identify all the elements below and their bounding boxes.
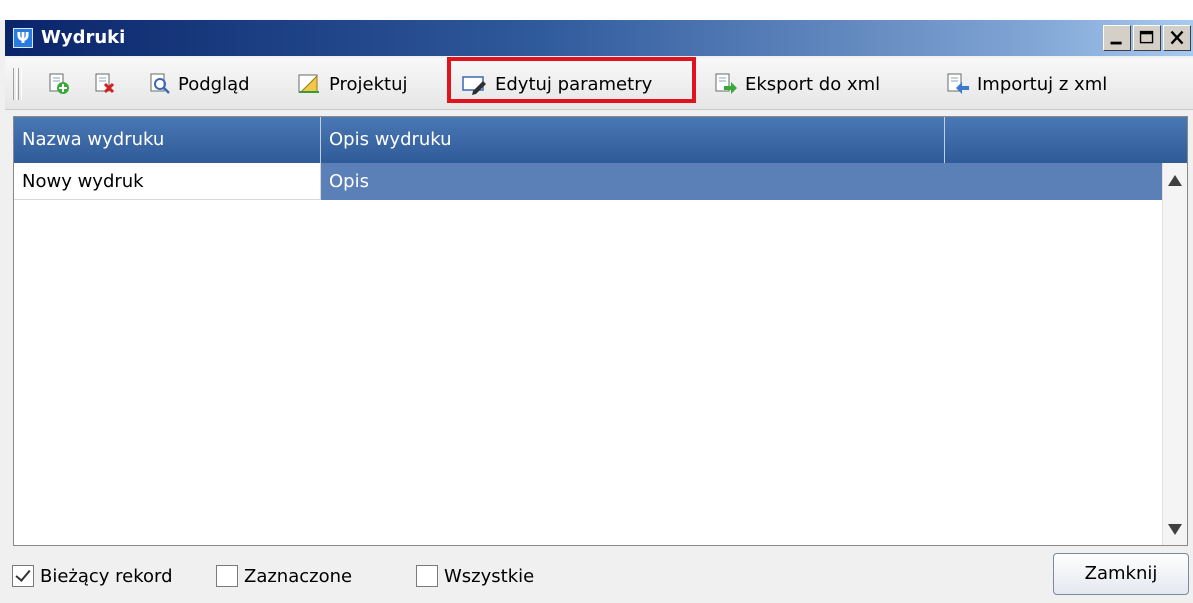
table-row[interactable]: Nowy wydruk Opis [14, 163, 1162, 200]
close-icon [1170, 30, 1184, 45]
cell-print-name[interactable]: Nowy wydruk [14, 163, 321, 200]
add-document-icon [49, 73, 69, 94]
toolbar-grip[interactable] [13, 68, 17, 100]
preview-button-label: Podgląd [178, 73, 250, 95]
import-xml-icon [947, 73, 969, 94]
minimize-icon [1110, 41, 1122, 45]
minimize-button[interactable] [1103, 25, 1131, 51]
column-header-name[interactable]: Nazwa wydruku [14, 117, 321, 163]
checkbox-current-record[interactable] [12, 565, 34, 587]
title-bar[interactable]: Ψ Wydruki [5, 20, 1193, 56]
import-xml-button[interactable]: Importuj z xml [945, 68, 1107, 100]
delete-button[interactable] [93, 68, 123, 100]
close-window-button[interactable] [1163, 25, 1191, 51]
app-icon: Ψ [13, 28, 33, 48]
print-window: Ψ Wydruki Podgląd Projektuj Edytuj param… [0, 0, 1193, 603]
grid-header: Nazwa wydruku Opis wydruku [14, 117, 1187, 163]
option-selected[interactable]: Zaznaczone [216, 565, 352, 587]
column-header-extra[interactable] [945, 117, 1187, 163]
delete-document-icon [95, 73, 115, 94]
top-strip [0, 0, 1193, 20]
maximize-icon [1139, 30, 1154, 44]
highlight-box [447, 57, 696, 103]
export-xml-button-label: Eksport do xml [745, 73, 881, 95]
prints-grid: Nazwa wydruku Opis wydruku Nowy wydruk O… [13, 116, 1188, 546]
design-button[interactable]: Projektuj [297, 68, 408, 100]
footer: Bieżący rekord Zaznaczone Wszystkie Zamk… [0, 550, 1193, 603]
window-controls [1103, 25, 1191, 51]
design-icon [298, 74, 319, 93]
preview-icon [150, 73, 170, 94]
option-all-label: Wszystkie [444, 565, 535, 587]
scroll-down-icon[interactable] [1168, 524, 1182, 535]
window-title: Wydruki [41, 27, 126, 48]
export-xml-icon [715, 73, 737, 94]
cell-print-description[interactable]: Opis [321, 163, 1162, 200]
vertical-scrollbar[interactable] [1162, 163, 1187, 545]
checkbox-selected[interactable] [216, 565, 238, 587]
import-xml-button-label: Importuj z xml [977, 73, 1108, 95]
preview-button[interactable]: Podgląd [148, 68, 250, 100]
add-button[interactable] [47, 68, 77, 100]
option-all[interactable]: Wszystkie [416, 565, 534, 587]
toolbar-grip-2 [18, 68, 22, 100]
option-selected-label: Zaznaczone [244, 565, 353, 587]
option-current-record[interactable]: Bieżący rekord [12, 565, 173, 587]
design-button-label: Projektuj [329, 73, 408, 95]
column-header-description[interactable]: Opis wydruku [321, 117, 945, 163]
export-xml-button[interactable]: Eksport do xml [713, 68, 880, 100]
close-button[interactable]: Zamknij [1053, 553, 1189, 595]
option-current-record-label: Bieżący rekord [40, 565, 173, 587]
maximize-button[interactable] [1133, 25, 1161, 51]
checkbox-all[interactable] [416, 565, 438, 587]
scroll-up-icon[interactable] [1168, 175, 1182, 186]
